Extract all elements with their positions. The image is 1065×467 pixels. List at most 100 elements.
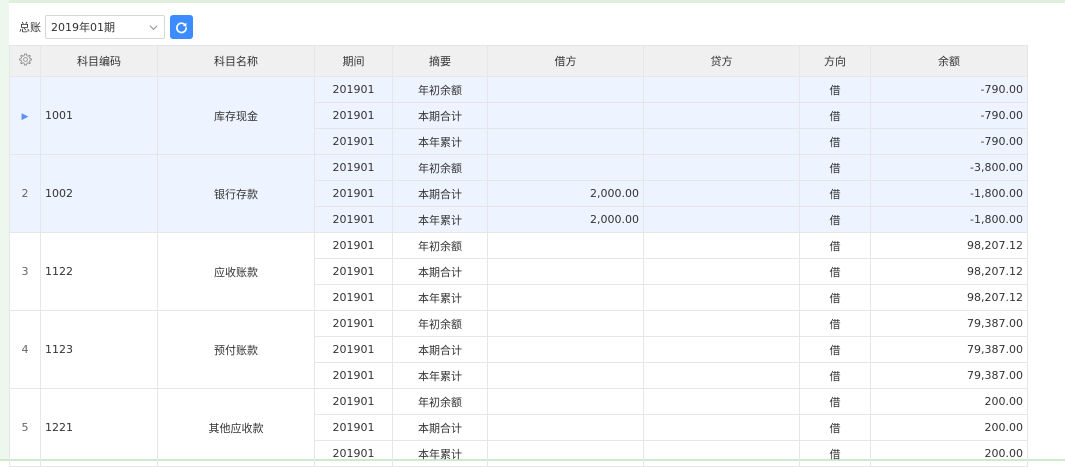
table-row[interactable]: 5 1221 其他应收款 201901 年初余额 借 200.00	[9, 388, 1028, 467]
table-header: 科目编码 科目名称 期间 摘要 借方 贷方 方向 余额	[9, 45, 1028, 77]
credit-cell	[643, 388, 800, 415]
summary-cell: 本期合计	[392, 336, 488, 363]
period-select[interactable]: 2019年01期	[45, 15, 165, 39]
balance-cell: 98,207.12	[870, 258, 1028, 285]
account-name-cell: 预付账款	[157, 310, 315, 389]
balance-cell: -1,800.00	[870, 206, 1028, 233]
debit-cell: 2,000.00	[487, 180, 644, 207]
debit-cell	[487, 128, 644, 155]
column-header-debit[interactable]: 借方	[487, 45, 644, 77]
direction-cell: 借	[799, 102, 871, 129]
column-settings-button[interactable]	[9, 45, 41, 77]
row-number-cell: 2	[9, 154, 41, 233]
period-cell: 201901	[314, 102, 393, 129]
summary-cell: 年初余额	[392, 232, 488, 259]
window-frame-left	[0, 0, 9, 461]
direction-cell: 借	[799, 258, 871, 285]
credit-cell	[643, 128, 800, 155]
period-cell: 201901	[314, 336, 393, 363]
summary-cell: 年初余额	[392, 310, 488, 337]
credit-cell	[643, 258, 800, 285]
period-cell: 201901	[314, 180, 393, 207]
table-row[interactable]: ▶ 1001 库存现金 201901 年初余额 借 -790.00	[9, 76, 1028, 155]
direction-cell: 借	[799, 414, 871, 441]
window-frame-top	[0, 0, 1065, 3]
period-cell: 201901	[314, 128, 393, 155]
period-cell: 201901	[314, 154, 393, 181]
column-header-balance[interactable]: 余额	[870, 45, 1028, 77]
period-cell: 201901	[314, 388, 393, 415]
debit-cell	[487, 310, 644, 337]
row-number-cell: 4	[9, 310, 41, 389]
direction-cell: 借	[799, 128, 871, 155]
refresh-button[interactable]	[170, 15, 193, 39]
toolbar: 总账 2019年01期	[19, 14, 193, 40]
column-header-credit[interactable]: 贷方	[643, 45, 800, 77]
balance-cell: 200.00	[870, 388, 1028, 415]
period-cell: 201901	[314, 76, 393, 103]
account-name-cell: 应收账款	[157, 232, 315, 311]
credit-cell	[643, 206, 800, 233]
column-header-code[interactable]: 科目编码	[40, 45, 158, 77]
direction-cell: 借	[799, 76, 871, 103]
column-header-period[interactable]: 期间	[314, 45, 393, 77]
debit-cell	[487, 388, 644, 415]
debit-cell	[487, 362, 644, 389]
period-select-value: 2019年01期	[51, 21, 115, 34]
debit-cell	[487, 414, 644, 441]
period-cell: 201901	[314, 206, 393, 233]
credit-cell	[643, 440, 800, 467]
summary-cell: 本年累计	[392, 206, 488, 233]
direction-cell: 借	[799, 336, 871, 363]
debit-cell	[487, 284, 644, 311]
direction-cell: 借	[799, 232, 871, 259]
account-name-cell: 银行存款	[157, 154, 315, 233]
account-code-cell: 1002	[40, 154, 158, 233]
debit-cell	[487, 154, 644, 181]
balance-cell: -790.00	[870, 128, 1028, 155]
row-number-cell: 3	[9, 232, 41, 311]
summary-cell: 本年累计	[392, 284, 488, 311]
column-header-summary[interactable]: 摘要	[392, 45, 488, 77]
row-number-cell: ▶	[9, 76, 41, 155]
direction-cell: 借	[799, 362, 871, 389]
credit-cell	[643, 154, 800, 181]
debit-cell	[487, 336, 644, 363]
period-cell: 201901	[314, 310, 393, 337]
summary-cell: 年初余额	[392, 76, 488, 103]
ledger-table: 科目编码 科目名称 期间 摘要 借方 贷方 方向 余额 ▶ 1001 库存现金 …	[9, 45, 1028, 467]
period-cell: 201901	[314, 258, 393, 285]
account-code-cell: 1221	[40, 388, 158, 467]
account-code-cell: 1123	[40, 310, 158, 389]
credit-cell	[643, 336, 800, 363]
table-row[interactable]: 3 1122 应收账款 201901 年初余额 借 98,207.12	[9, 232, 1028, 311]
gear-icon	[18, 53, 32, 66]
table-row[interactable]: 2 1002 银行存款 201901 年初余额 借 -3,800.00	[9, 154, 1028, 233]
direction-cell: 借	[799, 388, 871, 415]
direction-cell: 借	[799, 154, 871, 181]
balance-cell: 200.00	[870, 414, 1028, 441]
summary-cell: 本年累计	[392, 128, 488, 155]
credit-cell	[643, 232, 800, 259]
ledger-label: 总账	[19, 21, 41, 34]
credit-cell	[643, 362, 800, 389]
summary-cell: 本期合计	[392, 180, 488, 207]
column-header-direction[interactable]: 方向	[799, 45, 871, 77]
credit-cell	[643, 310, 800, 337]
credit-cell	[643, 102, 800, 129]
balance-cell: 98,207.12	[870, 284, 1028, 311]
direction-cell: 借	[799, 206, 871, 233]
direction-cell: 借	[799, 180, 871, 207]
row-pointer-icon: ▶	[21, 112, 29, 122]
summary-cell: 本年累计	[392, 362, 488, 389]
balance-cell: -3,800.00	[870, 154, 1028, 181]
balance-cell: 98,207.12	[870, 232, 1028, 259]
credit-cell	[643, 76, 800, 103]
table-row[interactable]: 4 1123 预付账款 201901 年初余额 借 79,387.00	[9, 310, 1028, 389]
debit-cell	[487, 76, 644, 103]
debit-cell: 2,000.00	[487, 206, 644, 233]
direction-cell: 借	[799, 284, 871, 311]
period-cell: 201901	[314, 414, 393, 441]
column-header-name[interactable]: 科目名称	[157, 45, 315, 77]
balance-cell: 79,387.00	[870, 362, 1028, 389]
